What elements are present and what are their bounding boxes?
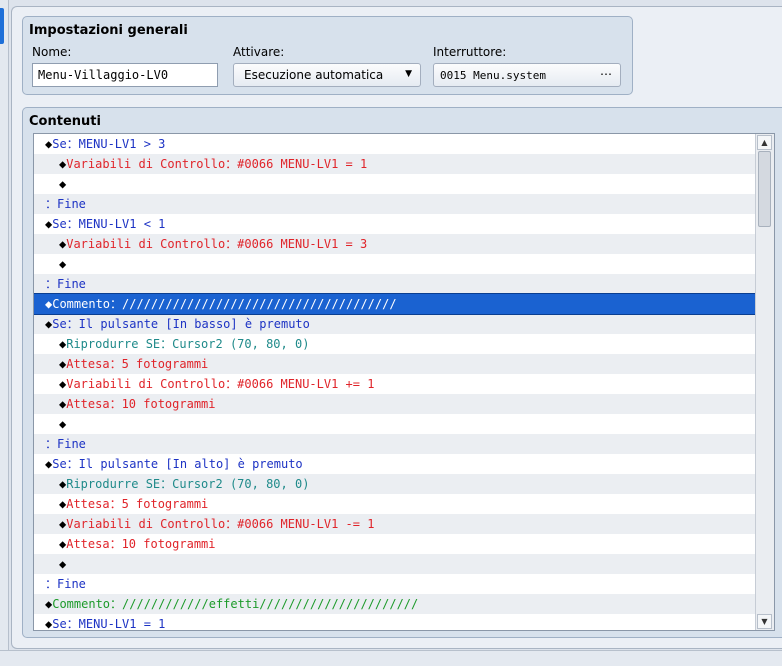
command-text: ：Fine — [45, 577, 86, 591]
command-text: Riprodurre SE：Cursor2 (70, 80, 0) — [66, 337, 310, 351]
switch-label: Interruttore: — [433, 45, 507, 59]
command-row[interactable]: ◆Se：Il pulsante [In alto] è premuto — [34, 454, 756, 474]
vertical-scrollbar[interactable]: ▲ ▼ — [755, 134, 774, 630]
command-text: Commento：///////////////////////////////… — [52, 297, 397, 311]
bottom-bar — [0, 650, 782, 666]
command-text: Variabili di Controllo：#0066 MENU-LV1 = … — [66, 157, 368, 171]
command-row[interactable]: ◆Commento：////////////effetti///////////… — [34, 594, 756, 614]
diamond-icon: ◆ — [59, 417, 67, 431]
command-rows: ◆Se：MENU-LV1 > 3 ◆Variabili di Controllo：… — [34, 134, 757, 631]
triangle-up-icon[interactable]: ▲ — [757, 135, 772, 150]
command-text: Attesa：5 fotogrammi — [66, 497, 209, 511]
scrollbar-thumb[interactable] — [758, 151, 771, 227]
chevron-down-icon: ▼ — [405, 69, 412, 79]
event-command-list[interactable]: ◆Se：MENU-LV1 > 3 ◆Variabili di Controllo：… — [33, 133, 775, 631]
command-row[interactable]: ◆Commento：//////////////////////////////… — [34, 293, 757, 315]
switch-value: 0015 Menu.system — [440, 69, 546, 82]
left-active-tab[interactable] — [0, 8, 4, 44]
command-row[interactable]: ◆Attesa：5 fotogrammi — [34, 494, 756, 514]
name-label: Nome: — [32, 45, 72, 59]
diamond-icon: ◆ — [59, 257, 67, 271]
left-edge-strip — [0, 0, 9, 665]
command-text: Variabili di Controllo：#0066 MENU-LV1 -=… — [66, 517, 375, 531]
command-row[interactable]: ◆Se：MENU-LV1 > 3 — [34, 134, 756, 154]
command-row[interactable]: ：Fine — [34, 434, 756, 454]
command-text: Variabili di Controllo：#0066 MENU-LV1 +=… — [66, 377, 375, 391]
command-row[interactable]: ◆Attesa：10 fotogrammi — [34, 394, 756, 414]
command-row[interactable]: ◆Variabili di Controllo：#0066 MENU-LV1 =… — [34, 154, 756, 174]
trigger-select[interactable]: Esecuzione automatica ▼ — [233, 63, 421, 87]
general-settings-panel: Impostazioni generali Nome: Attivare: In… — [22, 16, 633, 95]
triangle-down-icon[interactable]: ▼ — [757, 614, 772, 629]
command-text: Se：Il pulsante [In basso] è premuto — [52, 317, 310, 331]
ellipsis-icon[interactable]: ⋯ — [600, 67, 612, 81]
switch-picker[interactable]: 0015 Menu.system ⋯ — [433, 63, 621, 87]
command-row[interactable]: ◆Variabili di Controllo：#0066 MENU-LV1 +… — [34, 374, 756, 394]
trigger-label: Attivare: — [233, 45, 285, 59]
command-row[interactable]: ◆Se：MENU-LV1 = 1 — [34, 614, 756, 631]
command-text: Se：MENU-LV1 > 3 — [52, 137, 166, 151]
diamond-icon: ◆ — [59, 557, 67, 571]
command-text: Attesa：10 fotogrammi — [66, 397, 216, 411]
trigger-select-value: Esecuzione automatica — [244, 68, 384, 82]
command-row[interactable]: ：Fine — [34, 274, 756, 294]
command-text: Riprodurre SE：Cursor2 (70, 80, 0) — [66, 477, 310, 491]
command-text: Commento：////////////effetti////////////… — [52, 597, 419, 611]
diamond-icon: ◆ — [59, 177, 67, 191]
general-settings-title: Impostazioni generali — [29, 23, 188, 38]
command-row[interactable]: ◆ — [34, 174, 756, 194]
command-row[interactable]: ◆Se：Il pulsante [In basso] è premuto — [34, 314, 756, 334]
command-row[interactable]: ◆Variabili di Controllo：#0066 MENU-LV1 -… — [34, 514, 756, 534]
name-field[interactable]: Menu-Villaggio-LV0 — [32, 63, 218, 87]
command-row[interactable]: ◆Se：MENU-LV1 < 1 — [34, 214, 756, 234]
command-row[interactable]: ◆Riprodurre SE：Cursor2 (70, 80, 0) — [34, 334, 756, 354]
command-row[interactable]: ◆ — [34, 414, 756, 434]
command-text: Attesa：5 fotogrammi — [66, 357, 209, 371]
command-text: Se：Il pulsante [In alto] è premuto — [52, 457, 303, 471]
command-text: Se：MENU-LV1 = 1 — [52, 617, 166, 631]
command-row[interactable]: ◆Attesa：5 fotogrammi — [34, 354, 756, 374]
command-row[interactable]: ◆Attesa：10 fotogrammi — [34, 534, 756, 554]
command-row[interactable]: ◆ — [34, 254, 756, 274]
command-row[interactable]: ：Fine — [34, 574, 756, 594]
command-text: ：Fine — [45, 197, 86, 211]
command-text: ：Fine — [45, 437, 86, 451]
command-row[interactable]: ◆ — [34, 554, 756, 574]
command-text: Se：MENU-LV1 < 1 — [52, 217, 166, 231]
contents-title: Contenuti — [29, 114, 101, 129]
command-row[interactable]: ◆Riprodurre SE：Cursor2 (70, 80, 0) — [34, 474, 756, 494]
command-text: ：Fine — [45, 277, 86, 291]
command-text: Variabili di Controllo：#0066 MENU-LV1 = … — [66, 237, 368, 251]
command-row[interactable]: ◆Variabili di Controllo：#0066 MENU-LV1 =… — [34, 234, 756, 254]
command-row[interactable]: ：Fine — [34, 194, 756, 214]
command-text: Attesa：10 fotogrammi — [66, 537, 216, 551]
